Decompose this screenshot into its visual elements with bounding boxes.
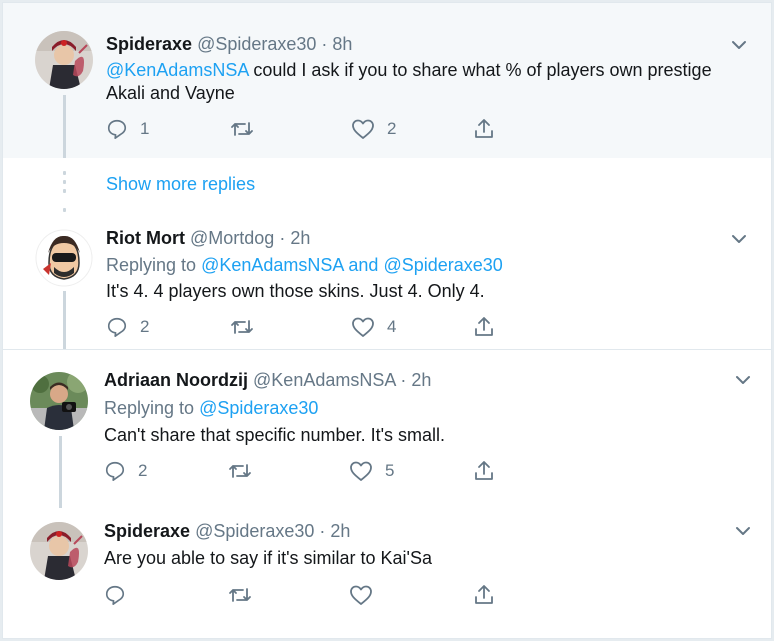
retweet-icon — [229, 464, 251, 478]
thread-line — [63, 95, 66, 158]
chevron-down-icon[interactable] — [729, 229, 749, 249]
avatar[interactable] — [35, 229, 93, 287]
tweet-text: It's 4. 4 players own those skins. Just … — [106, 281, 485, 301]
separator: · — [395, 370, 412, 390]
author-handle[interactable]: @Spideraxe30 — [195, 521, 314, 541]
chevron-down-icon[interactable] — [729, 35, 749, 55]
reply-icon — [107, 317, 127, 337]
avatar[interactable] — [30, 372, 88, 430]
share-button[interactable] — [473, 315, 495, 339]
retweet-button[interactable] — [228, 459, 264, 483]
like-count: 4 — [387, 317, 397, 336]
thread-line — [63, 291, 66, 349]
share-icon — [475, 317, 493, 336]
conversation-frame: Spideraxe @Spideraxe30 · 8h @KenAdamsNSA… — [2, 2, 772, 639]
author-handle[interactable]: @KenAdamsNSA — [253, 370, 395, 390]
share-icon — [475, 461, 493, 480]
tweet-text: @KenAdamsNSA could I ask if you to share… — [106, 59, 726, 105]
heart-icon — [350, 585, 372, 605]
retweet-button[interactable] — [230, 117, 266, 141]
share-icon — [475, 585, 493, 604]
tweet-text: Can't share that specific number. It's s… — [104, 425, 446, 445]
replying-to-label: Replying to — [106, 255, 202, 275]
tweet-actions: 1 2 — [106, 117, 506, 141]
tweet-actions: 2 5 — [104, 459, 504, 483]
share-button[interactable] — [473, 117, 495, 141]
tweet-header: Adriaan Noordzij @KenAdamsNSA · 2h — [104, 369, 431, 391]
thread-dots-lower — [63, 208, 66, 217]
timestamp[interactable]: 2h — [411, 370, 431, 390]
timestamp[interactable]: 8h — [332, 34, 352, 54]
tweet-header: Spideraxe @Spideraxe30 · 8h — [106, 33, 352, 55]
timestamp[interactable]: 2h — [290, 228, 310, 248]
heart-icon — [352, 317, 374, 337]
share-icon — [475, 119, 493, 138]
reply-count: 2 — [138, 461, 148, 480]
heart-icon — [350, 461, 372, 481]
reply-icon — [107, 119, 127, 139]
replying-to-label: Replying to — [104, 398, 200, 418]
separator: · — [274, 228, 291, 248]
retweet-icon — [231, 122, 253, 136]
mention-link[interactable]: @KenAdamsNSA — [106, 60, 248, 80]
mention-link[interactable]: @KenAdamsNSA — [201, 255, 343, 275]
author-name[interactable]: Riot Mort — [106, 228, 185, 248]
replying-to: Replying to @Spideraxe30 — [104, 397, 318, 419]
like-count: 5 — [385, 461, 395, 480]
mention-link[interactable]: @Spideraxe30 — [199, 398, 318, 418]
retweet-icon — [229, 588, 251, 602]
like-count: 2 — [387, 119, 397, 138]
reply-button[interactable]: 2 — [106, 315, 149, 339]
timestamp[interactable]: 2h — [330, 521, 350, 541]
retweet-icon — [231, 320, 253, 334]
share-button[interactable] — [473, 459, 495, 483]
like-button[interactable] — [349, 583, 385, 607]
author-name[interactable]: Spideraxe — [104, 521, 190, 541]
separator: · — [316, 34, 333, 54]
tweet-text: Are you able to say if it's similar to K… — [104, 548, 433, 568]
reply-count: 1 — [140, 119, 150, 138]
chevron-down-icon[interactable] — [733, 521, 753, 541]
reply-icon — [105, 461, 125, 481]
thread-line — [59, 436, 62, 508]
avatar[interactable] — [35, 31, 93, 89]
chevron-down-icon[interactable] — [733, 370, 753, 390]
author-name[interactable]: Adriaan Noordzij — [104, 370, 248, 390]
tweet-adriaan-noordzij[interactable]: Adriaan Noordzij @KenAdamsNSA · 2h Reply… — [3, 350, 771, 508]
reply-button[interactable] — [104, 583, 138, 607]
tweet-header: Riot Mort @Mortdog · 2h — [106, 227, 310, 249]
thread-dots — [63, 171, 66, 198]
tweet-actions — [104, 583, 504, 607]
like-button[interactable]: 4 — [351, 315, 396, 339]
reply-button[interactable]: 2 — [104, 459, 147, 483]
tweet-riot-mort[interactable]: Riot Mort @Mortdog · 2h Replying to @Ken… — [3, 219, 771, 349]
author-handle[interactable]: @Mortdog — [190, 228, 274, 248]
separator: · — [314, 521, 331, 541]
reply-button[interactable]: 1 — [106, 117, 149, 141]
tweet-spideraxe-1[interactable]: Spideraxe @Spideraxe30 · 8h @KenAdamsNSA… — [3, 3, 771, 158]
author-handle[interactable]: @Spideraxe30 — [197, 34, 316, 54]
tweet-spideraxe-2[interactable]: Spideraxe @Spideraxe30 · 2h Are you able… — [3, 508, 771, 638]
like-button[interactable]: 5 — [349, 459, 394, 483]
heart-icon — [352, 119, 374, 139]
author-name[interactable]: Spideraxe — [106, 34, 192, 54]
retweet-button[interactable] — [230, 315, 266, 339]
reply-count: 2 — [140, 317, 150, 336]
tweet-actions: 2 4 — [106, 315, 506, 339]
tweet-header: Spideraxe @Spideraxe30 · 2h — [104, 520, 350, 542]
replying-and[interactable]: and — [343, 255, 383, 275]
mention-link[interactable]: @Spideraxe30 — [383, 255, 502, 275]
replying-to: Replying to @KenAdamsNSA and @Spideraxe3… — [106, 254, 503, 276]
like-button[interactable]: 2 — [351, 117, 396, 141]
reply-icon — [105, 585, 125, 605]
retweet-button[interactable] — [228, 583, 264, 607]
share-button[interactable] — [473, 583, 495, 607]
show-more-replies-link[interactable]: Show more replies — [106, 174, 255, 195]
avatar[interactable] — [30, 522, 88, 580]
